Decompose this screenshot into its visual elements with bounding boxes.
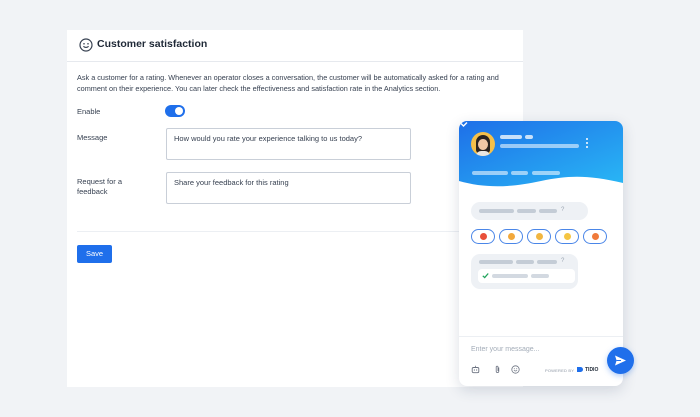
enable-toggle[interactable] xyxy=(165,105,185,117)
rating-emoji-button[interactable] xyxy=(527,229,551,244)
avatar xyxy=(471,132,495,156)
header-text-placeholder xyxy=(472,171,508,175)
smile-icon xyxy=(79,38,93,52)
send-icon xyxy=(615,355,626,366)
brand-name: TIDIO xyxy=(585,367,599,373)
attachment-icon[interactable] xyxy=(493,365,502,374)
widget-divider xyxy=(459,336,623,337)
chevron-down-icon[interactable] xyxy=(459,121,468,128)
tidio-logo-icon xyxy=(577,367,583,372)
rating-question-bubble: ? xyxy=(471,202,588,220)
check-icon xyxy=(482,273,489,279)
description-text: Ask a customer for a rating. Whenever an… xyxy=(77,73,499,93)
more-icon[interactable] xyxy=(585,138,589,150)
toggle-knob xyxy=(175,107,183,115)
panel-header: Customer satisfaction xyxy=(67,30,523,62)
operator-name-placeholder xyxy=(500,135,522,139)
status-placeholder xyxy=(500,144,579,148)
feedback-label-line2: feedback xyxy=(77,187,108,196)
divider xyxy=(77,231,517,232)
operator-name-placeholder xyxy=(525,135,533,139)
neutral-face-icon xyxy=(536,233,543,240)
message-input[interactable]: Enter your message... xyxy=(471,346,539,353)
save-button[interactable]: Save xyxy=(77,245,112,263)
emoji-icon[interactable] xyxy=(511,365,520,374)
feedback-label-line1: Request for a xyxy=(77,177,123,186)
rating-emoji-button[interactable] xyxy=(499,229,523,244)
emoji-rating-row xyxy=(471,229,611,245)
rating-emoji-button[interactable] xyxy=(583,229,607,244)
bot-icon[interactable] xyxy=(471,365,480,374)
rating-emoji-button[interactable] xyxy=(555,229,579,244)
smile-face-icon xyxy=(564,233,571,240)
angry-face-icon xyxy=(480,233,487,240)
feedback-label: Request for a feedback xyxy=(77,177,122,197)
enable-label: Enable xyxy=(77,107,101,116)
powered-by-text: POWERED BY xyxy=(545,368,575,373)
feedback-confirmation xyxy=(478,269,575,283)
chat-widget-preview: ? ? Enter your message... POWERED BY TID… xyxy=(459,121,623,386)
feedback-field[interactable]: Share your feedback for this rating xyxy=(166,172,411,204)
message-label: Message xyxy=(77,133,108,142)
page-title: Customer satisfaction xyxy=(97,38,208,50)
header-text-placeholder xyxy=(532,171,560,175)
sad-face-icon xyxy=(508,233,515,240)
settings-panel: Customer satisfaction Ask a customer for… xyxy=(67,30,523,387)
rating-emoji-button[interactable] xyxy=(471,229,495,244)
message-field[interactable]: How would you rate your experience talki… xyxy=(166,128,411,160)
header-text-placeholder xyxy=(511,171,528,175)
widget-header xyxy=(459,121,623,193)
love-face-icon xyxy=(592,233,599,240)
send-button[interactable] xyxy=(607,347,634,374)
